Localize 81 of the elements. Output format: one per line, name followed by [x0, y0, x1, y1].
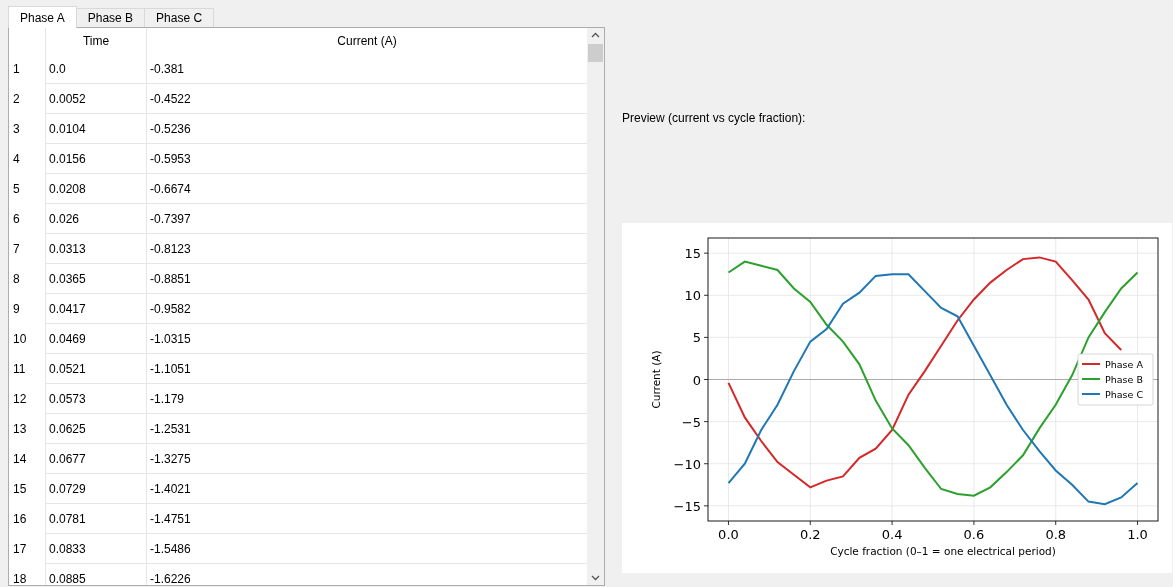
table-cell: 0.026 [49, 211, 80, 226]
x-tick-label: 0.4 [881, 527, 903, 542]
y-tick-label: −5 [681, 414, 701, 430]
row-number: 5 [13, 182, 20, 196]
table-cell: -0.381 [150, 61, 185, 76]
y-tick-label: 15 [684, 246, 701, 262]
table-cell: 0.0885 [49, 571, 86, 585]
table-cell: -1.1051 [150, 361, 191, 376]
table-cell: 0.0573 [49, 391, 86, 406]
table-cell: 0.0677 [49, 451, 86, 466]
table-cell: -1.179 [150, 391, 185, 406]
table-cell: -1.0315 [150, 331, 191, 346]
row-number: 12 [13, 392, 27, 406]
scroll-down-icon[interactable] [591, 575, 600, 581]
x-tick-label: 0.6 [963, 527, 985, 542]
table-cell: -1.5486 [150, 541, 191, 556]
table-cell: 0.0 [49, 61, 66, 76]
table-cell: -1.4751 [150, 511, 191, 526]
table-cell: -0.7397 [150, 211, 191, 226]
row-number: 9 [13, 302, 20, 316]
x-tick-label: 0.8 [1045, 527, 1067, 542]
legend-label: Phase B [1105, 374, 1143, 385]
row-number: 10 [13, 332, 27, 346]
table-cell: 0.0781 [49, 511, 86, 526]
x-tick-label: 0.2 [799, 527, 821, 542]
table-cell: -0.8851 [150, 271, 191, 286]
row-number: 8 [13, 272, 20, 286]
table-cell: -0.5236 [150, 121, 191, 136]
table-cell: 0.0104 [49, 121, 86, 136]
table-cell: -1.2531 [150, 421, 191, 436]
table-cell: -1.3275 [150, 451, 191, 466]
table-cell: 0.0729 [49, 481, 86, 496]
y-tick-label: 0 [692, 372, 701, 388]
x-tick-label: 1.0 [1127, 527, 1148, 542]
table-cell: 0.0156 [49, 151, 86, 166]
y-tick-label: 5 [692, 330, 701, 346]
scroll-up-icon[interactable] [591, 32, 600, 38]
row-number: 6 [13, 212, 20, 226]
table-cell: 0.0521 [49, 361, 86, 376]
scrollbar[interactable] [587, 28, 604, 585]
table-cell: -1.4021 [150, 481, 191, 496]
row-number: 7 [13, 242, 20, 256]
column-header[interactable]: Current (A) [337, 34, 397, 48]
table-cell: -0.5953 [150, 151, 191, 166]
row-number: 1 [13, 62, 20, 76]
table-cell: -1.6226 [150, 571, 191, 585]
row-number: 13 [13, 422, 27, 436]
table-cell: 0.0365 [49, 271, 86, 286]
row-number: 11 [13, 362, 26, 376]
legend-label: Phase C [1105, 389, 1144, 400]
scrollbar-thumb[interactable] [588, 44, 603, 62]
y-tick-label: −10 [673, 456, 701, 472]
y-tick-label: 10 [684, 288, 701, 304]
row-number: 14 [13, 452, 27, 466]
y-axis-label: Current (A) [650, 350, 662, 409]
table-cell: 0.0313 [49, 241, 86, 256]
tab[interactable]: Phase C [144, 8, 215, 27]
row-number: 3 [13, 122, 20, 136]
row-number: 17 [13, 542, 27, 556]
y-tick-label: −15 [673, 498, 701, 514]
preview-label: Preview (current vs cycle fraction): [622, 111, 806, 125]
table-cell: -0.4522 [150, 91, 191, 106]
table-cell: 0.0625 [49, 421, 86, 436]
row-number: 18 [13, 572, 27, 585]
row-number: 16 [13, 512, 27, 526]
legend-label: Phase A [1105, 359, 1143, 370]
table-cell: -0.8123 [150, 241, 191, 256]
table-cell: 0.0469 [49, 331, 86, 346]
table-cell: 0.0417 [49, 301, 86, 316]
table-cell: 0.0833 [49, 541, 86, 556]
table-cell: -0.6674 [150, 181, 191, 196]
row-number: 4 [13, 152, 20, 166]
table-cell: 0.0208 [49, 181, 86, 196]
row-number: 15 [13, 482, 27, 496]
tab[interactable]: Phase A [8, 6, 77, 28]
row-number: 2 [13, 92, 20, 106]
x-axis-label: Cycle fraction (0–1 = one electrical period) [830, 545, 1056, 557]
table-cell: 0.0052 [49, 91, 86, 106]
column-header[interactable]: Time [82, 34, 110, 48]
x-tick-label: 0.0 [718, 527, 739, 542]
table-cell: -0.9582 [150, 301, 191, 316]
